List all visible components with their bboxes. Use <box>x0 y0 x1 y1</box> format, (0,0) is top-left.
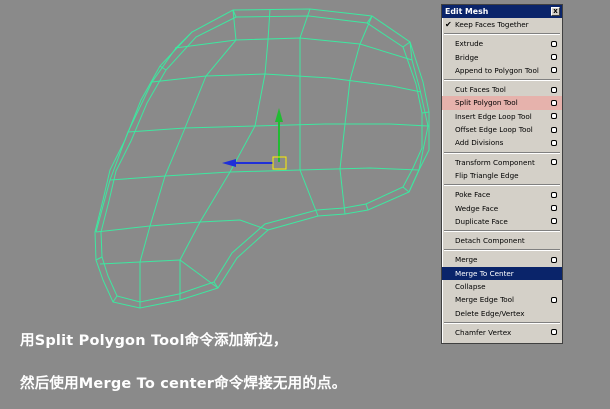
menu-item-cut-faces-tool[interactable]: Cut Faces Tool <box>442 83 562 96</box>
caption-line-2: 然后使用Merge To center命令焊接无用的点。 <box>20 376 347 392</box>
edit-mesh-menu[interactable]: Edit Mesh x ✔ Keep Faces Together Extrude B… <box>441 4 563 344</box>
mesh-edge-loop[interactable] <box>95 219 269 233</box>
menu-title: Edit Mesh <box>445 7 489 16</box>
option-box-icon[interactable] <box>551 126 557 133</box>
option-box-icon[interactable] <box>551 205 557 212</box>
menu-item-wedge-face[interactable]: Wedge Face <box>442 202 562 215</box>
menu-title-bar[interactable]: Edit Mesh x <box>442 5 562 18</box>
option-box-icon[interactable] <box>551 113 557 120</box>
caption-line-1: 用Split Polygon Tool命令添加新边， <box>20 333 288 349</box>
menu-item-label: Flip Triangle Edge <box>455 170 519 180</box>
option-box-icon[interactable] <box>551 218 557 225</box>
menu-item-label: Cut Faces Tool <box>455 85 506 95</box>
menu-item-label: Extrude <box>455 39 484 49</box>
menu-item-label: Collapse <box>455 282 486 292</box>
option-box-icon[interactable] <box>551 67 557 74</box>
option-box-icon[interactable] <box>551 86 557 93</box>
menu-item-split-polygon-tool[interactable]: Split Polygon Tool <box>442 96 562 110</box>
option-box-icon[interactable] <box>551 40 557 47</box>
mesh-edge-loop[interactable] <box>99 259 219 289</box>
menu-item-label: Poke Face <box>455 190 491 200</box>
menu-item-add-divisions[interactable]: Add Divisions <box>442 136 562 149</box>
menu-item-label: Merge To Center <box>455 268 514 278</box>
menu-item-offset-edge-loop-tool[interactable]: Offset Edge Loop Tool <box>442 123 562 136</box>
mesh-edge-loop[interactable] <box>95 31 193 233</box>
menu-item-label: Merge Edge Tool <box>455 295 515 305</box>
menu-item-bridge[interactable]: Bridge <box>442 51 562 64</box>
mesh-edge-loop[interactable] <box>299 8 319 217</box>
menu-item-flip-triangle-edge[interactable]: Flip Triangle Edge <box>442 169 562 182</box>
checkmark-icon: ✔ <box>445 20 452 29</box>
menu-item-label: Delete Edge/Vertex <box>455 308 525 318</box>
menu-item-merge-to-center[interactable]: Merge To Center <box>442 266 562 281</box>
option-box-icon[interactable] <box>551 296 557 303</box>
option-box-icon[interactable] <box>551 139 557 146</box>
move-manipulator[interactable] <box>222 108 287 170</box>
menu-item-label: Merge <box>455 255 478 265</box>
option-box-icon[interactable] <box>551 99 557 106</box>
menu-item-label: Chamfer Vertex <box>455 327 512 337</box>
mesh-edge-loop[interactable] <box>109 167 420 181</box>
menu-item-label: Keep Faces Together <box>455 20 529 29</box>
close-icon[interactable]: x <box>551 7 560 16</box>
menu-item-label: Wedge Face <box>455 203 499 213</box>
mesh-inner-loop[interactable] <box>100 15 423 303</box>
menu-item-label: Append to Polygon Tool <box>455 65 539 75</box>
menu-item-delete-edge-vertex[interactable]: Delete Edge/Vertex <box>442 307 562 320</box>
menu-item-label: Insert Edge Loop Tool <box>455 111 532 121</box>
mesh-outline[interactable] <box>94 8 430 309</box>
option-box-icon[interactable] <box>551 159 557 166</box>
option-box-icon[interactable] <box>551 54 557 61</box>
menu-item-merge-edge-tool[interactable]: Merge Edge Tool <box>442 293 562 306</box>
menu-item-label: Offset Edge Loop Tool <box>455 125 533 135</box>
menu-item-insert-edge-loop-tool[interactable]: Insert Edge Loop Tool <box>442 110 562 123</box>
option-box-icon[interactable] <box>551 329 557 336</box>
menu-item-label: Detach Component <box>455 236 525 246</box>
menu-item-duplicate-face[interactable]: Duplicate Face <box>442 215 562 228</box>
menu-item-detach-component[interactable]: Detach Component <box>442 234 562 247</box>
menu-item-keep-faces-together[interactable]: ✔ Keep Faces Together <box>442 18 562 31</box>
menu-item-extrude[interactable]: Extrude <box>442 37 562 50</box>
menu-item-append-to-polygon-tool[interactable]: Append to Polygon Tool <box>442 64 562 77</box>
mesh-edges[interactable] <box>94 8 430 309</box>
mesh-edge-loop[interactable] <box>174 37 413 61</box>
axis-x-arrow-icon[interactable] <box>222 159 236 167</box>
menu-item-chamfer-vertex[interactable]: Chamfer Vertex <box>442 326 562 339</box>
mesh-edge-loop[interactable] <box>151 73 422 93</box>
menu-item-label: Transform Component <box>455 157 535 167</box>
mesh-edge-loop[interactable] <box>95 9 430 303</box>
menu-item-collapse[interactable]: Collapse <box>442 280 562 293</box>
option-box-icon[interactable] <box>551 191 557 198</box>
menu-item-merge[interactable]: Merge <box>442 253 562 266</box>
mesh-edge-loop[interactable] <box>139 9 237 308</box>
menu-item-label: Duplicate Face <box>455 216 508 226</box>
menu-item-label: Bridge <box>455 52 479 62</box>
option-box-icon[interactable] <box>551 256 557 263</box>
menu-items: ✔ Keep Faces Together Extrude Bridge Append … <box>442 18 562 339</box>
axis-y-arrow-icon[interactable] <box>275 108 283 122</box>
menu-item-label: Add Divisions <box>455 138 504 148</box>
menu-item-transform-component[interactable]: Transform Component <box>442 156 562 169</box>
menu-item-label: Split Polygon Tool <box>455 98 518 108</box>
menu-item-poke-face[interactable]: Poke Face <box>442 188 562 201</box>
